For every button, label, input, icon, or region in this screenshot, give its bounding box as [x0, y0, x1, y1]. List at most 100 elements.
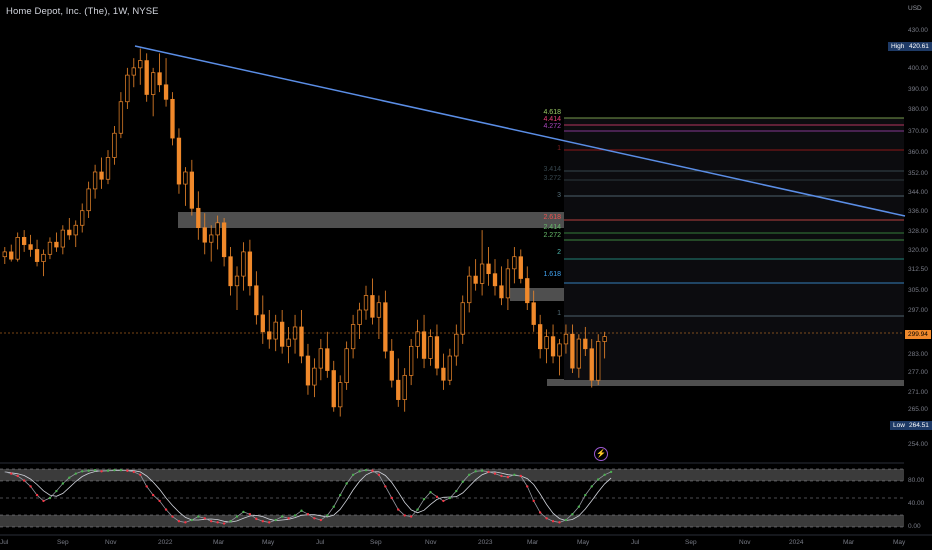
candle-body	[286, 338, 291, 347]
osc-dot	[480, 469, 484, 472]
osc-dot	[16, 474, 19, 478]
candle-body	[41, 253, 46, 262]
fib-label: 4.414	[543, 116, 561, 123]
osc-dot	[184, 521, 187, 524]
candle-body	[247, 251, 253, 287]
price-tick: 400.00	[908, 65, 928, 72]
osc-dot	[538, 511, 542, 514]
osc-dot	[551, 520, 555, 523]
osc-dot	[416, 508, 419, 511]
candle-body	[557, 343, 562, 357]
candle-body	[9, 251, 14, 260]
lightning-icon[interactable]: ⚡	[594, 447, 608, 461]
candle-body	[34, 249, 40, 262]
price-tick: 380.00	[908, 106, 928, 113]
osc-dot	[597, 478, 600, 481]
fib-label: 2.414	[543, 224, 561, 231]
time-axis[interactable]: Jul Sep Nov 2022 Mar May Jul Sep Nov 2023 Mar May Ju…	[0, 539, 906, 546]
support-zone	[547, 379, 904, 386]
osc-dot	[584, 493, 587, 497]
osc-dot	[222, 522, 226, 525]
fib-label: 2.618	[543, 214, 561, 221]
chart-canvas[interactable]: 4.6184.4144.272 1 3.414 3.272 3 2.618 2.4142.2…	[0, 0, 932, 550]
osc-dot	[74, 472, 77, 475]
candle-body	[596, 341, 601, 381]
fib-label: 2.272	[543, 232, 561, 239]
price-tick: 271.00	[908, 389, 928, 396]
time-tick: Nov	[739, 539, 751, 546]
candle-body	[318, 348, 323, 369]
osc-dot	[384, 485, 387, 488]
candle-body	[563, 333, 569, 345]
candle-body	[576, 338, 581, 369]
candle-body	[602, 336, 607, 342]
candle-body	[338, 382, 343, 408]
candle-body	[473, 275, 478, 284]
osc-dot	[242, 510, 245, 514]
candle-body	[396, 379, 401, 400]
osc-dot	[87, 469, 90, 472]
candle-body	[486, 263, 491, 275]
osc-dot	[145, 485, 148, 488]
osc-dot	[371, 469, 374, 472]
candle-body	[112, 132, 117, 158]
osc-dot	[10, 472, 13, 475]
osc-dot	[506, 475, 510, 479]
osc-dot	[332, 505, 335, 508]
candle-body	[525, 278, 530, 304]
price-axis[interactable]: 430.00410.00400.00390.00380.00370.00360.…	[908, 27, 928, 448]
candle-body	[280, 321, 285, 347]
fib-label: 3.414	[543, 166, 561, 173]
osc-tick: 80.00	[908, 477, 925, 484]
oversold-band	[0, 515, 904, 527]
osc-dot	[113, 468, 116, 472]
candle-body	[402, 375, 407, 400]
osc-dot	[48, 496, 52, 500]
candle-body	[144, 60, 149, 95]
oscillator-pane[interactable]: 80.00 40.00 0.00	[0, 462, 932, 536]
candle-body	[531, 302, 536, 325]
candle-body	[537, 324, 543, 350]
candle-body	[15, 237, 20, 260]
osc-dot	[100, 470, 103, 473]
price-tick: 430.00	[908, 27, 928, 34]
candle-body	[460, 302, 465, 335]
price-tick: 320.00	[908, 247, 928, 254]
price-tick: 344.00	[908, 189, 928, 196]
fib-label: 4.618	[543, 109, 561, 116]
osc-dot	[474, 470, 477, 473]
osc-dot	[455, 489, 458, 493]
high-label: High	[888, 42, 908, 51]
time-tick: Jul	[316, 539, 325, 546]
osc-dot	[171, 515, 174, 518]
time-tick: Jul	[631, 539, 640, 546]
osc-dot	[577, 505, 581, 508]
candle-body	[138, 60, 143, 69]
time-tick: Sep	[370, 539, 382, 546]
candle-body	[518, 256, 523, 279]
osc-dot	[429, 491, 432, 494]
candle-body	[454, 333, 459, 357]
candle-body	[202, 227, 207, 243]
osc-dot	[287, 517, 290, 520]
osc-dot	[229, 520, 232, 523]
osc-dot	[81, 470, 84, 473]
fibonacci-levels: 4.6184.4144.272 1 3.414 3.272 3 2.618 2.4142.2…	[543, 109, 904, 380]
price-tick: 305.00	[908, 287, 928, 294]
price-tick: 328.00	[908, 228, 928, 235]
osc-dot	[358, 470, 361, 473]
candle-body	[499, 285, 504, 299]
currency-label: USD	[908, 5, 922, 12]
candle-body	[505, 268, 511, 299]
candle-body	[409, 345, 414, 376]
osc-dot	[216, 521, 219, 524]
candle-body	[183, 171, 188, 185]
candle-body	[176, 137, 182, 185]
osc-dot	[313, 517, 316, 520]
candle-body	[583, 338, 588, 350]
candle-body	[254, 285, 259, 316]
time-tick: 2024	[789, 539, 804, 546]
osc-dot	[532, 499, 535, 503]
candle-body	[99, 171, 104, 180]
candle-body	[370, 295, 375, 318]
